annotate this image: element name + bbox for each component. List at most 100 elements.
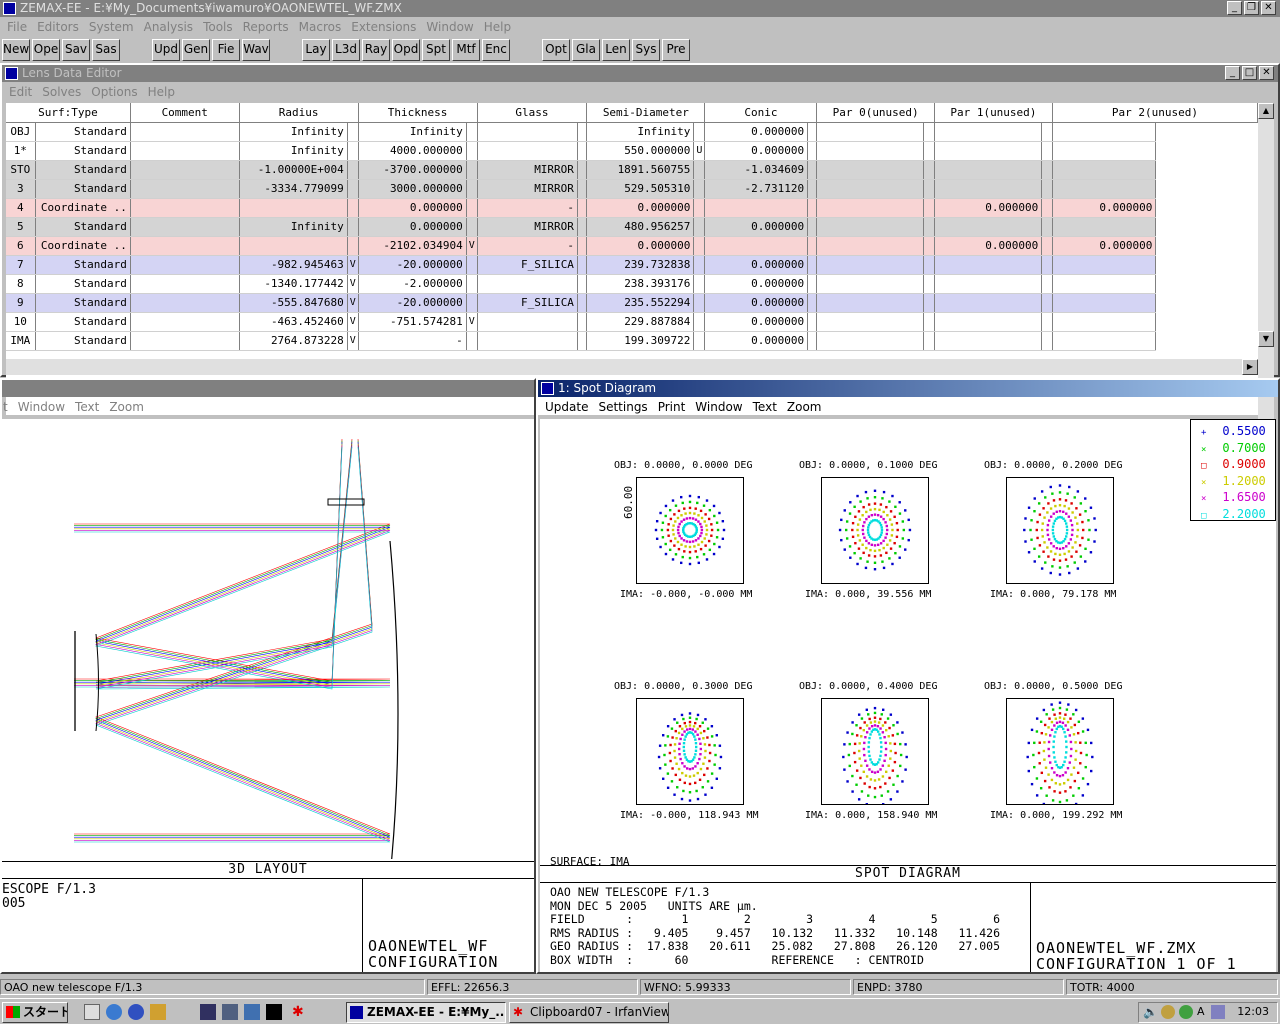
- spot-menu-item-3[interactable]: Window: [695, 400, 742, 414]
- comment-cell[interactable]: [130, 198, 240, 218]
- glass-cell[interactable]: [477, 312, 578, 332]
- par1-cell[interactable]: [934, 293, 1043, 313]
- column-header-5[interactable]: Semi-Diameter: [586, 103, 706, 123]
- glass-solve[interactable]: [577, 217, 588, 237]
- par0-solve[interactable]: [923, 122, 935, 142]
- conic-solve[interactable]: [807, 331, 818, 351]
- app-shortcut-icon-2[interactable]: [222, 1004, 238, 1020]
- semi-diameter-cell[interactable]: 239.732838: [586, 255, 695, 275]
- surface-type[interactable]: Standard: [35, 312, 131, 332]
- semi-diameter-cell[interactable]: 235.552294: [586, 293, 695, 313]
- surface-number[interactable]: 9: [6, 293, 36, 313]
- tray-app-icon-3[interactable]: [1211, 1005, 1225, 1019]
- toolbar-button-gla[interactable]: Gla: [572, 39, 600, 61]
- par2-cell[interactable]: [1052, 274, 1157, 294]
- minimize-button[interactable]: _: [1227, 1, 1242, 15]
- ime-icon[interactable]: A: [1197, 1005, 1205, 1018]
- lens-surface-row[interactable]: 9 Standard -555.847680 V -20.000000 F_SILICA 2…: [6, 293, 1258, 313]
- toolbar-button-upd[interactable]: Upd: [152, 39, 180, 61]
- radius-cell[interactable]: -1340.177442: [239, 274, 348, 294]
- close-button[interactable]: ✕: [1261, 1, 1276, 15]
- thickness-solve[interactable]: [466, 293, 478, 313]
- comment-cell[interactable]: [130, 160, 240, 180]
- spot-menu-item-2[interactable]: Print: [658, 400, 686, 414]
- lde-minimize-button[interactable]: _: [1225, 66, 1240, 80]
- glass-cell[interactable]: F_SILICA: [477, 255, 578, 275]
- thickness-solve[interactable]: [466, 160, 478, 180]
- lens-surface-row[interactable]: 3 Standard -3334.779099 3000.000000 MIRROR 52…: [6, 179, 1258, 199]
- conic-solve[interactable]: [807, 255, 818, 275]
- layout-menu-item-1[interactable]: Window: [18, 400, 65, 414]
- toolbar-button-sav[interactable]: Sav: [62, 39, 90, 61]
- conic-cell[interactable]: 0.000000: [704, 255, 809, 275]
- par1-cell[interactable]: [934, 122, 1043, 142]
- conic-cell[interactable]: 0.000000: [704, 274, 809, 294]
- thickness-solve[interactable]: [466, 198, 478, 218]
- column-header-9[interactable]: Par 2(unused): [1052, 103, 1258, 123]
- conic-solve[interactable]: [807, 274, 818, 294]
- par1-cell[interactable]: [934, 255, 1043, 275]
- surface-number[interactable]: STO: [6, 160, 36, 180]
- par0-cell[interactable]: [816, 179, 924, 199]
- par2-cell[interactable]: [1052, 312, 1157, 332]
- par1-cell[interactable]: 0.000000: [934, 236, 1043, 256]
- par1-cell[interactable]: 0.000000: [934, 198, 1043, 218]
- semi-diameter-cell[interactable]: 238.393176: [586, 274, 695, 294]
- semi-diameter-solve[interactable]: [693, 274, 706, 294]
- scroll-right-arrow-icon[interactable]: ▶: [1242, 359, 1258, 375]
- par1-solve[interactable]: [1041, 160, 1053, 180]
- thickness-cell[interactable]: -: [358, 331, 467, 351]
- glass-solve[interactable]: [577, 255, 588, 275]
- glass-cell[interactable]: F_SILICA: [477, 293, 578, 313]
- main-menu-item-0[interactable]: File: [7, 20, 27, 34]
- thickness-solve[interactable]: [466, 141, 478, 161]
- par0-cell[interactable]: [816, 255, 924, 275]
- restore-button[interactable]: ❐: [1244, 1, 1259, 15]
- main-menu-item-5[interactable]: Reports: [243, 20, 289, 34]
- par0-cell[interactable]: [816, 122, 924, 142]
- conic-solve[interactable]: [807, 141, 818, 161]
- main-menu-item-8[interactable]: Window: [426, 20, 473, 34]
- lde-menu-item-0[interactable]: Edit: [9, 85, 32, 99]
- thickness-solve[interactable]: [466, 331, 478, 351]
- conic-solve[interactable]: [807, 122, 818, 142]
- par0-solve[interactable]: [923, 331, 935, 351]
- comment-cell[interactable]: [130, 255, 240, 275]
- semi-diameter-cell[interactable]: 199.309722: [586, 331, 695, 351]
- toolbar-button-lay[interactable]: Lay: [302, 39, 330, 61]
- show-desktop-icon[interactable]: [84, 1004, 100, 1020]
- thickness-solve[interactable]: [466, 274, 478, 294]
- lens-surface-row[interactable]: 8 Standard -1340.177442 V -2.000000 238.39317…: [6, 274, 1258, 294]
- semi-diameter-solve[interactable]: [693, 236, 706, 256]
- glass-solve[interactable]: [577, 331, 588, 351]
- surface-type[interactable]: Standard: [35, 331, 131, 351]
- comment-cell[interactable]: [130, 331, 240, 351]
- column-header-2[interactable]: Radius: [239, 103, 359, 123]
- thickness-cell[interactable]: -2102.034904: [358, 236, 467, 256]
- surface-number[interactable]: IMA: [6, 331, 36, 351]
- par1-solve[interactable]: [1041, 255, 1053, 275]
- par0-cell[interactable]: [816, 160, 924, 180]
- thickness-cell[interactable]: -2.000000: [358, 274, 467, 294]
- par1-solve[interactable]: [1041, 179, 1053, 199]
- column-header-8[interactable]: Par 1(unused): [934, 103, 1053, 123]
- glass-solve[interactable]: [577, 293, 588, 313]
- conic-solve[interactable]: [807, 312, 818, 332]
- folder-icon[interactable]: [150, 1004, 166, 1020]
- par1-cell[interactable]: [934, 179, 1043, 199]
- thickness-cell[interactable]: -3700.000000: [358, 160, 467, 180]
- irfanview-icon[interactable]: ✱: [292, 1004, 308, 1020]
- par0-cell[interactable]: [816, 274, 924, 294]
- conic-solve[interactable]: [807, 293, 818, 313]
- app-shortcut-icon[interactable]: [200, 1004, 216, 1020]
- glass-solve[interactable]: [577, 274, 588, 294]
- lens-surface-row[interactable]: IMA Standard 2764.873228 V - 199.309722 0.0000…: [6, 331, 1258, 351]
- tray-app-icon-2[interactable]: [1179, 1005, 1193, 1019]
- lens-surface-row[interactable]: OBJ Standard Infinity Infinity Infinity 0.000…: [6, 122, 1258, 142]
- lde-maximize-button[interactable]: □: [1242, 66, 1257, 80]
- par2-cell[interactable]: [1052, 293, 1157, 313]
- thickness-cell[interactable]: -20.000000: [358, 255, 467, 275]
- lens-surface-row[interactable]: 10 Standard -463.452460 V -751.574281 V 229.88…: [6, 312, 1258, 332]
- tray-app-icon[interactable]: [1161, 1005, 1175, 1019]
- toolbar-button-l3d[interactable]: L3d: [332, 39, 360, 61]
